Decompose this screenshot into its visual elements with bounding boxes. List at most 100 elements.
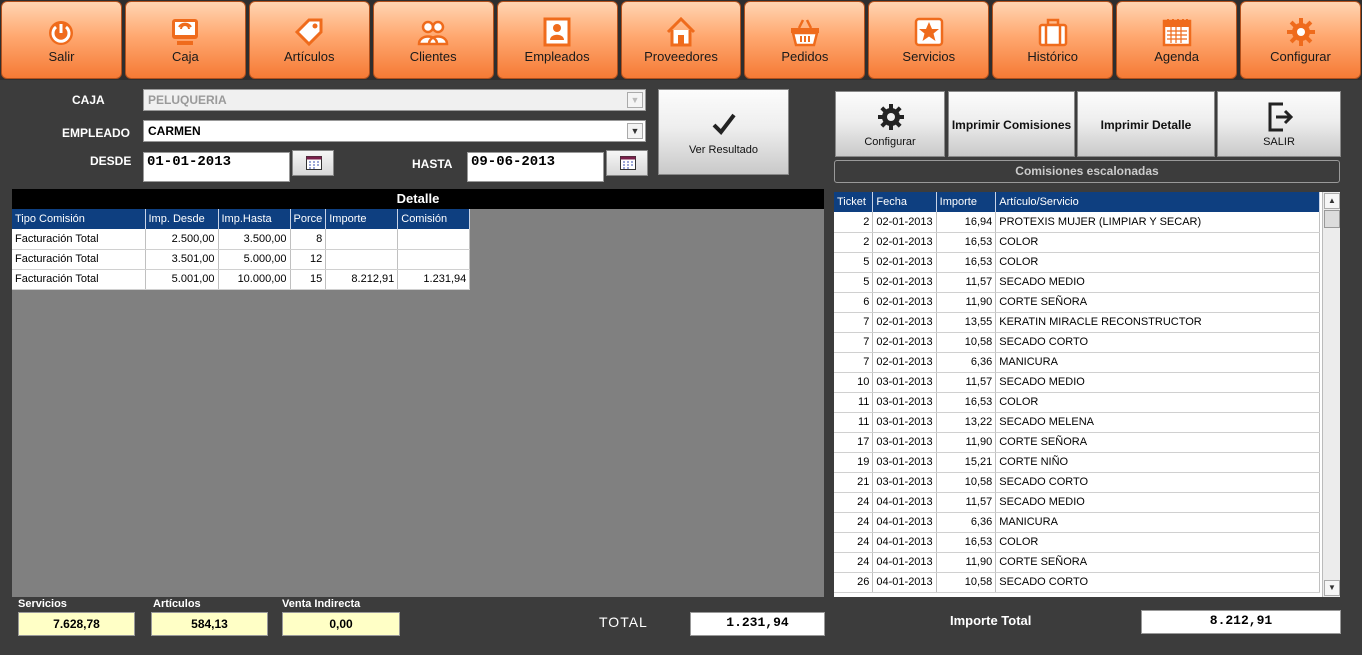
table-cell: 16,94 [936,212,997,233]
imprimir-comisiones-button[interactable]: Imprimir Comisiones [948,91,1075,157]
basket-icon [789,16,821,48]
vertical-scrollbar[interactable]: ▲ ▼ [1322,192,1340,597]
table-row[interactable]: 24 04-01-2013 16,53 COLOR [834,532,1320,553]
table-cell: 04-01-2013 [872,512,937,533]
star-icon [913,16,945,48]
toolbar-button-star[interactable]: Servicios [868,1,990,79]
venta-indirecta-label: Venta Indirecta [282,598,361,610]
toolbar-button-house[interactable]: Proveedores [620,1,742,79]
toolbar-button-users[interactable]: Clientes [372,1,494,79]
table-row[interactable]: 21 03-01-2013 10,58 SECADO CORTO [834,472,1320,493]
table-row[interactable]: 19 03-01-2013 15,21 CORTE NIÑO [834,452,1320,473]
table-cell: 03-01-2013 [872,372,937,393]
tag-icon [293,16,325,48]
table-cell: 02-01-2013 [872,252,937,273]
table-cell: 6 [834,292,874,313]
table-cell: CORTE SEÑORA [995,432,1320,453]
hasta-date-field[interactable]: 09-06-2013 [467,152,604,182]
table-row[interactable]: 6 02-01-2013 11,90 CORTE SEÑORA [834,292,1320,313]
column-header[interactable]: Comisión [397,209,471,229]
table-cell: 10.000,00 [218,269,291,290]
column-header[interactable]: Importe [936,192,997,212]
column-header[interactable]: Tipo Comisión [12,209,146,229]
table-row[interactable]: 24 04-01-2013 11,90 CORTE SEÑORA [834,552,1320,573]
chevron-down-icon[interactable]: ▼ [627,123,643,139]
imprimir-detalle-button[interactable]: Imprimir Detalle [1077,91,1215,157]
table-row[interactable]: 2 02-01-2013 16,53 COLOR [834,232,1320,253]
calendar-icon [620,156,636,170]
toolbar-button-calendar[interactable]: Agenda [1116,1,1238,79]
caja-select: PELUQUERIA ▼ [143,89,646,111]
table-cell: 17 [834,432,874,453]
table-cell: 03-01-2013 [872,432,937,453]
table-cell: 02-01-2013 [872,232,937,253]
table-row[interactable]: Facturación Total 2.500,00 3.500,00 8 [12,229,471,250]
empleado-label: EMPLEADO [62,126,131,140]
scroll-down-icon[interactable]: ▼ [1324,580,1340,596]
column-header[interactable]: Imp.Hasta [218,209,291,229]
table-row[interactable]: 7 02-01-2013 10,58 SECADO CORTO [834,332,1320,353]
table-cell: 04-01-2013 [872,492,937,513]
ticket-list-panel: Ticket Fecha Importe Artículo/Servicio 2 02-… [834,192,1340,597]
table-cell: 10,58 [936,332,997,353]
detalle-title: Detalle [12,189,824,209]
salir-button[interactable]: SALIR [1217,91,1341,157]
detalle-table: Tipo Comisión Imp. Desde Imp.Hasta Porce Imp… [12,209,471,290]
table-row[interactable]: 7 02-01-2013 6,36 MANICURA [834,352,1320,373]
table-cell: SECADO MEDIO [995,272,1320,293]
table-row[interactable]: 10 03-01-2013 11,57 SECADO MEDIO [834,372,1320,393]
table-cell: 7 [834,332,874,353]
table-row[interactable]: 2 02-01-2013 16,94 PROTEXIS MUJER (LIMPIAR … [834,212,1320,233]
desde-calendar-button[interactable] [292,150,334,176]
table-cell: 03-01-2013 [872,452,937,473]
toolbar-button-tag[interactable]: Artículos [248,1,370,79]
table-row[interactable]: 17 03-01-2013 11,90 CORTE SEÑORA [834,432,1320,453]
employee-icon [541,16,573,48]
table-row[interactable]: Facturación Total 5.001,00 10.000,00 15 8.21… [12,269,471,290]
table-cell: SECADO CORTO [995,572,1320,593]
column-header[interactable]: Artículo/Servicio [995,192,1320,212]
column-header[interactable]: Ticket [834,192,874,212]
table-row[interactable]: Facturación Total 3.501,00 5.000,00 12 [12,249,471,270]
toolbar-button-employee[interactable]: Empleados [496,1,618,79]
table-row[interactable]: 5 02-01-2013 11,57 SECADO MEDIO [834,272,1320,293]
toolbar-button-gear[interactable]: Configurar [1240,1,1361,79]
table-cell: 11,90 [936,552,997,573]
table-cell: 02-01-2013 [872,332,937,353]
table-row[interactable]: 24 04-01-2013 11,57 SECADO MEDIO [834,492,1320,513]
toolbar-button-briefcase[interactable]: Histórico [992,1,1114,79]
ver-resultado-button[interactable]: Ver Resultado [658,89,789,175]
table-cell: 26 [834,572,874,593]
configurar-button[interactable]: Configurar [835,91,945,157]
hasta-calendar-button[interactable] [606,150,648,176]
table-row[interactable]: 26 04-01-2013 10,58 SECADO CORTO [834,572,1320,593]
toolbar-button-register[interactable]: Caja [124,1,246,79]
scroll-up-icon[interactable]: ▲ [1324,193,1340,209]
importe-total-value: 8.212,91 [1141,610,1341,634]
table-row[interactable]: 11 03-01-2013 16,53 COLOR [834,392,1320,413]
empleado-select[interactable]: CARMEN ▼ [143,120,646,142]
table-cell: 3.500,00 [218,229,291,250]
servicios-value: 7.628,78 [18,612,135,636]
table-row[interactable]: 11 03-01-2013 13,22 SECADO MELENA [834,412,1320,433]
gear-icon [1285,16,1317,48]
column-header[interactable]: Imp. Desde [145,209,219,229]
table-cell: 13,55 [936,312,997,333]
toolbar-button-label: Empleados [524,49,590,64]
table-row[interactable]: 5 02-01-2013 16,53 COLOR [834,252,1320,273]
toolbar-button-power[interactable]: Salir [1,1,122,79]
table-row[interactable]: 7 02-01-2013 13,55 KERATIN MIRACLE RECONSTR… [834,312,1320,333]
toolbar-button-basket[interactable]: Pedidos [744,1,866,79]
table-cell: 11 [834,392,874,413]
table-cell: 02-01-2013 [872,352,937,373]
scroll-thumb[interactable] [1324,210,1340,228]
calendar-icon [306,156,322,170]
column-header[interactable]: Porce [290,209,327,229]
table-row[interactable]: 24 04-01-2013 6,36 MANICURA [834,512,1320,533]
table-cell: 6,36 [936,512,997,533]
table-cell: 2 [834,232,874,253]
column-header[interactable]: Importe [325,209,399,229]
desde-date-field[interactable]: 01-01-2013 [143,152,290,182]
column-header[interactable]: Fecha [872,192,937,212]
ver-resultado-label: Ver Resultado [688,144,759,156]
